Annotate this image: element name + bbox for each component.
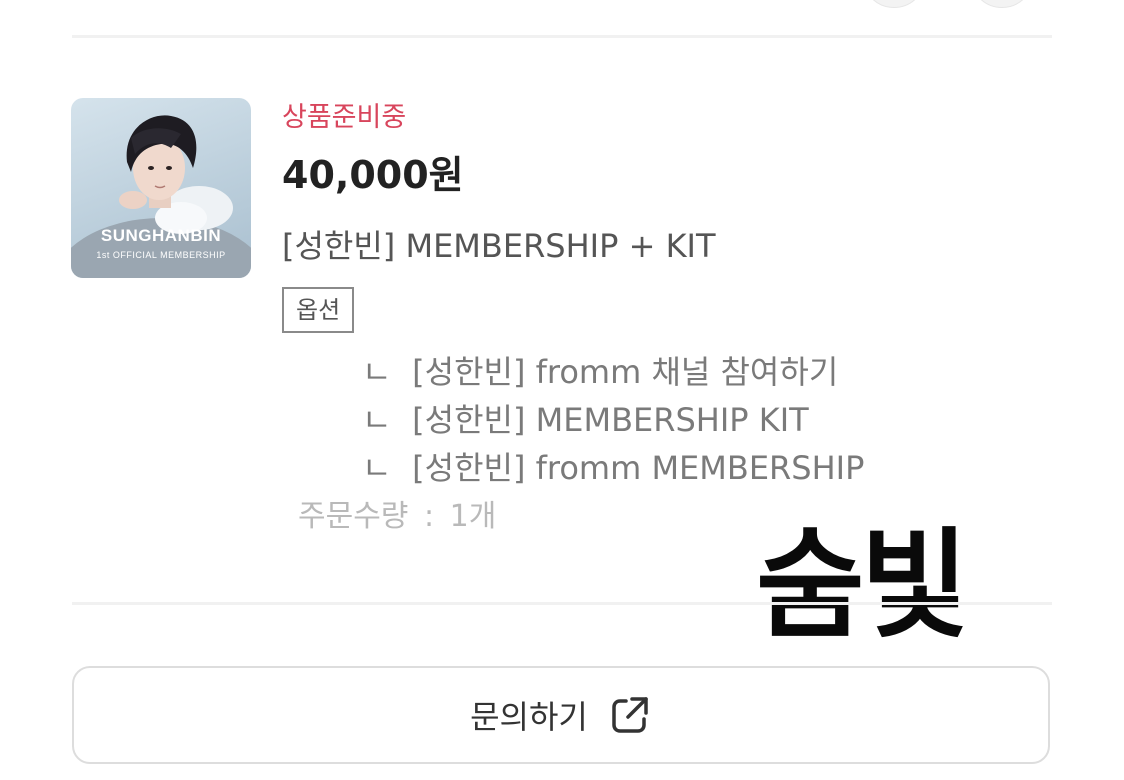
option-item-label: [성한빈] MEMBERSHIP KIT: [412, 401, 809, 439]
quantity-label: 주문수량: [298, 499, 409, 534]
section-divider: [72, 602, 1052, 605]
option-badge: 옵션: [282, 287, 355, 333]
option-marker: ㄴ: [362, 401, 392, 439]
order-status: 상품준비중: [282, 102, 407, 133]
option-marker: ㄴ: [362, 353, 392, 391]
order-detail-page: SUNGHANBIN 1st OFFICIAL MEMBERSHIP 상품준비중…: [0, 0, 1124, 780]
option-badge-label: 옵션: [296, 296, 341, 324]
option-item: ㄴ [성한빈] MEMBERSHIP KIT: [362, 398, 809, 442]
option-item-label: [성한빈] fromm MEMBERSHIP: [412, 449, 865, 487]
handwritten-watermark: 숨빛: [756, 516, 969, 654]
quantity-separator: :: [423, 499, 435, 534]
thumbnail-subtitle: 1st OFFICIAL MEMBERSHIP: [96, 250, 226, 260]
option-item-label: [성한빈] fromm 채널 참여하기: [412, 353, 839, 391]
option-item: ㄴ [성한빈] fromm MEMBERSHIP: [362, 446, 864, 490]
inquiry-button-label: 문의하기: [470, 698, 588, 736]
order-quantity: 주문수량 : 1개: [298, 496, 496, 538]
quantity-value: 1개: [449, 499, 497, 534]
inquiry-button[interactable]: 문의하기: [72, 666, 1050, 764]
top-action-button-left[interactable]: [862, 0, 926, 8]
option-item: ㄴ [성한빈] fromm 채널 참여하기: [362, 350, 838, 394]
thumbnail-artist-name: SUNGHANBIN: [100, 226, 222, 245]
product-name[interactable]: [성한빈] MEMBERSHIP + KIT: [282, 224, 716, 268]
top-divider: [72, 35, 1052, 38]
top-action-button-right[interactable]: [970, 0, 1034, 8]
product-thumbnail[interactable]: SUNGHANBIN 1st OFFICIAL MEMBERSHIP: [71, 98, 251, 278]
option-marker: ㄴ: [362, 449, 392, 487]
external-link-icon: [608, 693, 652, 737]
order-price: 40,000원: [282, 153, 464, 197]
